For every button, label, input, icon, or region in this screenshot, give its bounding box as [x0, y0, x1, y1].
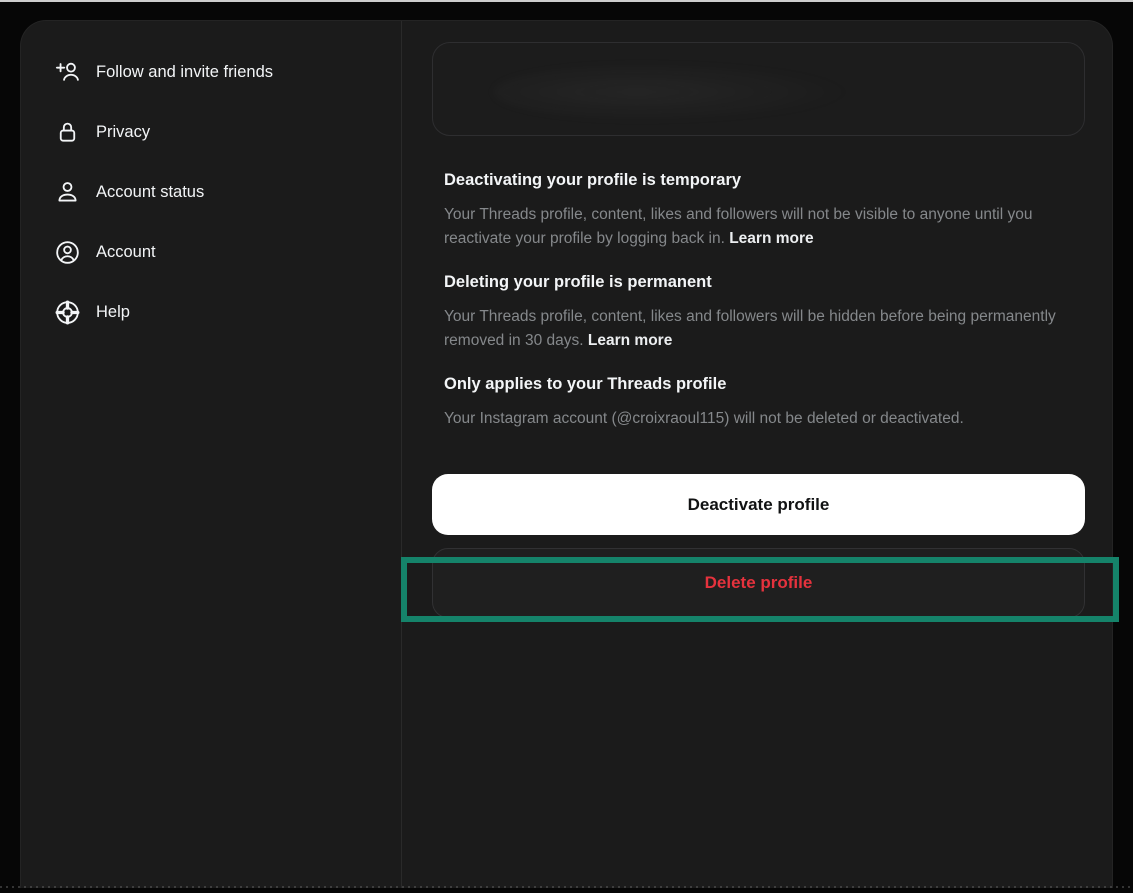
- learn-more-link[interactable]: Learn more: [588, 332, 672, 349]
- profile-preview-box: [432, 42, 1085, 136]
- person-add-icon: [53, 58, 81, 86]
- sidebar-item-privacy[interactable]: Privacy: [53, 117, 150, 147]
- body-text: Your Threads profile, content, likes and…: [444, 308, 1056, 349]
- window-top-edge: [0, 0, 1133, 2]
- section-body-only-applies: Your Instagram account (@croixraoul115) …: [444, 407, 1078, 431]
- lock-icon: [53, 118, 81, 146]
- section-body-deactivate: Your Threads profile, content, likes and…: [444, 203, 1078, 250]
- settings-card: Follow and invite friends Privacy: [20, 20, 1113, 888]
- person-circle-icon: [53, 238, 81, 266]
- section-body-delete: Your Threads profile, content, likes and…: [444, 305, 1078, 352]
- section-heading-only-applies: Only applies to your Threads profile: [444, 372, 726, 396]
- section-heading-delete: Deleting your profile is permanent: [444, 270, 712, 294]
- threads-settings-screen: Follow and invite friends Privacy: [0, 0, 1133, 893]
- settings-sidebar: Follow and invite friends Privacy: [21, 21, 401, 888]
- window-bottom-edge: [0, 886, 1133, 888]
- deactivate-profile-button[interactable]: Deactivate profile: [432, 474, 1085, 535]
- sidebar-item-account-status[interactable]: Account status: [53, 177, 204, 207]
- body-text: Your Instagram account (@croixraoul115) …: [444, 410, 964, 427]
- section-heading-deactivate: Deactivating your profile is temporary: [444, 168, 741, 192]
- sidebar-item-label: Help: [96, 304, 130, 321]
- delete-profile-button[interactable]: Delete profile: [432, 548, 1085, 618]
- sidebar-item-label: Account: [96, 244, 156, 261]
- person-icon: [53, 178, 81, 206]
- learn-more-link[interactable]: Learn more: [729, 230, 813, 247]
- sidebar-item-label: Privacy: [96, 124, 150, 141]
- deactivate-delete-panel: Deactivating your profile is temporary Y…: [401, 21, 1113, 888]
- sidebar-item-account[interactable]: Account: [53, 237, 156, 267]
- sidebar-item-label: Account status: [96, 184, 204, 201]
- blurred-content: [493, 61, 853, 123]
- sidebar-item-label: Follow and invite friends: [96, 64, 273, 81]
- lifebuoy-icon: [53, 298, 81, 326]
- sidebar-item-follow-and-invite-friends[interactable]: Follow and invite friends: [53, 57, 273, 87]
- sidebar-item-help[interactable]: Help: [53, 297, 130, 327]
